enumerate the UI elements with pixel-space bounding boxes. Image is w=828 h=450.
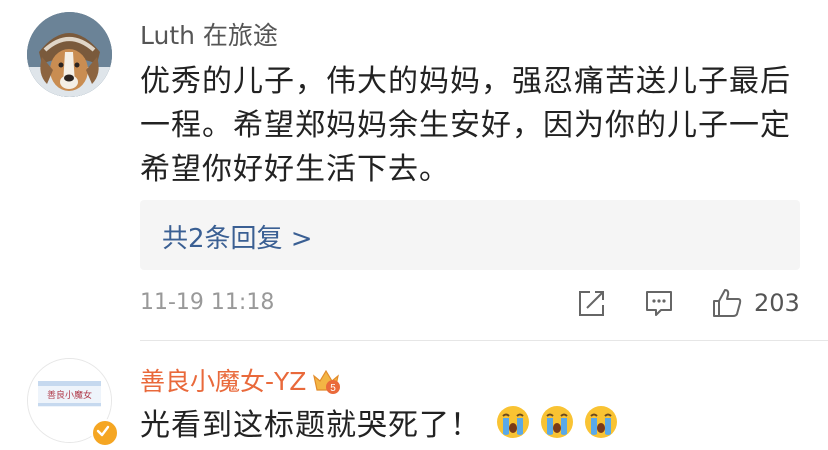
like-button[interactable]: 203 <box>710 285 800 321</box>
comment-username[interactable]: Luth 在旅途 <box>140 16 278 52</box>
view-replies-link[interactable]: 共2条回复 > <box>162 218 313 255</box>
vip-crown-icon: 5 <box>313 369 341 394</box>
like-icon <box>713 289 742 317</box>
replies-panel[interactable]: 共2条回复 > <box>140 200 800 270</box>
like-count: 203 <box>754 289 800 317</box>
avatar[interactable]: 善良小魔女 <box>27 358 119 447</box>
avatar-caption: 善良小魔女 <box>47 391 93 401</box>
comment-timestamp: 11-19 11:18 <box>140 290 275 315</box>
vip-level: 5 <box>331 383 337 394</box>
comment-username[interactable]: 善良小魔女-YZ 5 <box>140 362 342 398</box>
comment-button[interactable] <box>643 285 675 321</box>
crying-face-icon <box>585 406 617 438</box>
comment-text-content: 光看到这标题就哭死了！ <box>140 408 481 443</box>
crying-face-icon <box>497 406 529 438</box>
dog-avatar-icon <box>27 12 112 97</box>
comment-text: 优秀的儿子，伟大的妈妈，强忍痛苦送儿子最后一程。希望郑妈妈余生安好，因为你的儿子… <box>140 64 791 187</box>
share-icon <box>579 291 604 316</box>
comment-text: 光看到这标题就哭死了！ <box>140 400 619 444</box>
comment-icon <box>646 291 672 316</box>
verified-badge <box>91 419 119 447</box>
verified-icon <box>96 425 110 437</box>
avatar[interactable] <box>27 12 112 97</box>
share-button[interactable] <box>576 285 608 321</box>
comment-divider <box>140 340 828 341</box>
crying-face-icon <box>541 406 573 438</box>
comment-username-text[interactable]: 善良小魔女-YZ <box>140 362 306 398</box>
